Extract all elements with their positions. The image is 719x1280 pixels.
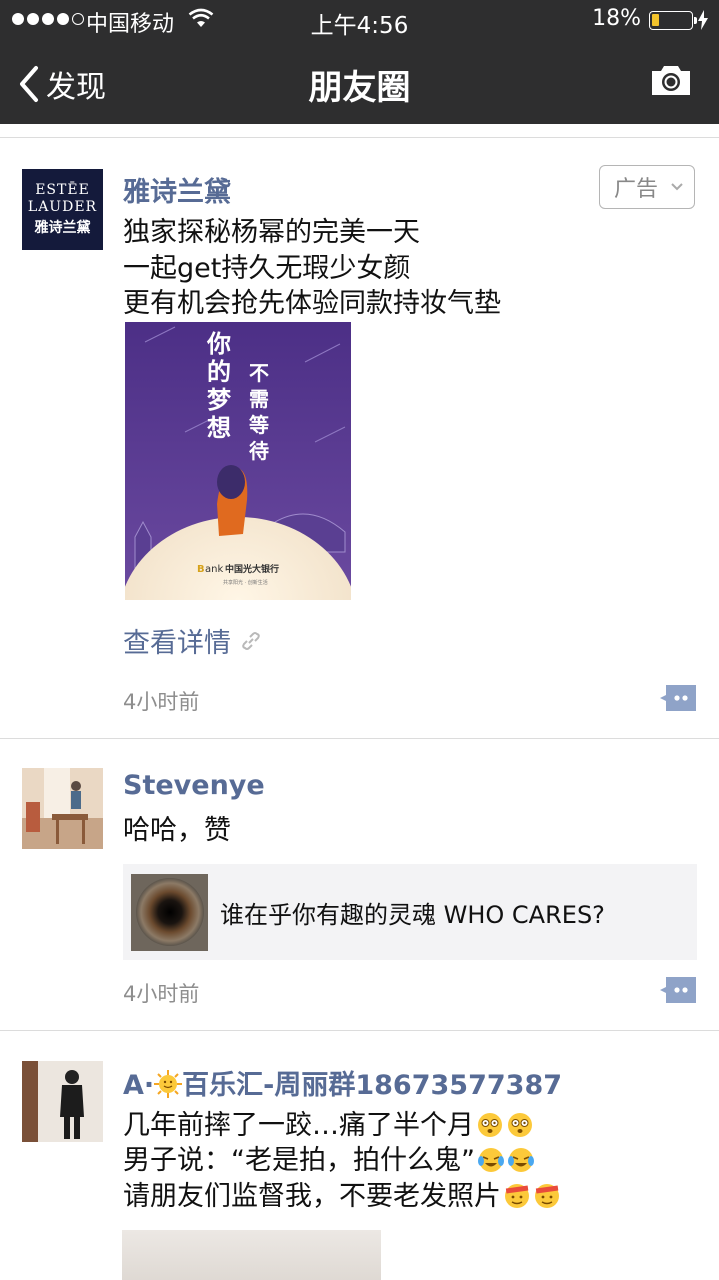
post-text-line: 几年前摔了一跤…痛了半个月 (123, 1107, 534, 1145)
share-thumbnail (131, 873, 208, 951)
chevron-down-icon (671, 183, 683, 191)
sun-emoji-icon (154, 1070, 183, 1098)
crying-laughing-emoji-icon (507, 1148, 534, 1172)
avatar[interactable] (22, 1061, 103, 1142)
divider (0, 137, 719, 138)
svg-text:梦: 梦 (207, 386, 232, 414)
bandaged-face-emoji-icon (505, 1184, 529, 1208)
svg-text:不: 不 (249, 361, 269, 385)
crying-laughing-emoji-icon (477, 1148, 504, 1172)
ad-headline-char: 你 (206, 330, 231, 358)
avatar[interactable]: ESTĒE LAUDER 雅诗兰黛 (22, 169, 103, 250)
dizzy-face-emoji-icon (478, 1113, 502, 1137)
post-text-line: 一起get持久无瑕少女颜 (123, 253, 411, 284)
post-text-line: 独家探秘杨幂的完美一天 (123, 217, 420, 248)
post-author[interactable]: A· 百乐汇-周丽群18673577387 (123, 1063, 562, 1102)
post-text-line: 男子说：“老是拍，拍什么鬼” (123, 1142, 535, 1180)
charging-icon (698, 10, 708, 30)
page-title: 朋友圈 (308, 68, 411, 108)
battery-icon (649, 11, 697, 30)
ad-image[interactable]: 你 的 梦 想 不 需 等 待 B ank 中国光大银行 共享阳光 · 创新生活 (125, 322, 351, 600)
svg-text:等: 等 (249, 413, 269, 437)
svg-text:待: 待 (249, 439, 269, 463)
svg-text:中国光大银行: 中国光大银行 (225, 563, 279, 575)
post-author[interactable]: 雅诗兰黛 (123, 170, 231, 209)
status-bar: 中国移动 上午4:56 18% (0, 0, 719, 40)
post-time: 4小时前 (123, 982, 200, 1006)
avatar[interactable] (22, 768, 103, 849)
divider (0, 738, 719, 739)
svg-text:共享阳光 · 创新生活: 共享阳光 · 创新生活 (223, 579, 268, 586)
view-details-link[interactable]: 查看详情 (123, 621, 263, 660)
dizzy-face-emoji-icon (508, 1113, 532, 1137)
post-photo[interactable] (122, 1230, 381, 1280)
shared-article-card[interactable]: 谁在乎你有趣的灵魂 WHO CARES? (123, 864, 697, 960)
svg-text:需: 需 (249, 387, 269, 411)
link-icon (242, 631, 260, 650)
divider (0, 1030, 719, 1031)
svg-text:B: B (197, 564, 205, 575)
svg-text:想: 想 (207, 414, 231, 442)
share-title: 谁在乎你有趣的灵魂 WHO CARES? (220, 900, 605, 929)
post-text-line: 更有机会抢先体验同款持妆气垫 (123, 288, 501, 319)
camera-icon[interactable] (649, 62, 693, 98)
battery-percent: 18% (592, 6, 641, 31)
bandaged-face-emoji-icon (535, 1184, 559, 1208)
svg-text:ank: ank (205, 564, 223, 575)
ad-badge[interactable]: 广告 (599, 165, 695, 209)
comment-icon[interactable] (660, 685, 696, 711)
post-time: 4小时前 (123, 690, 200, 714)
post-text-line: 哈哈，赞 (123, 815, 231, 846)
post-text-line: 请朋友们监督我，不要老发照片 (123, 1178, 561, 1216)
comment-icon[interactable] (660, 977, 696, 1003)
post-author[interactable]: Stevenye (123, 770, 265, 801)
svg-text:的: 的 (207, 358, 231, 386)
app-header: 中国移动 上午4:56 18% 发现 朋友圈 (0, 0, 719, 124)
